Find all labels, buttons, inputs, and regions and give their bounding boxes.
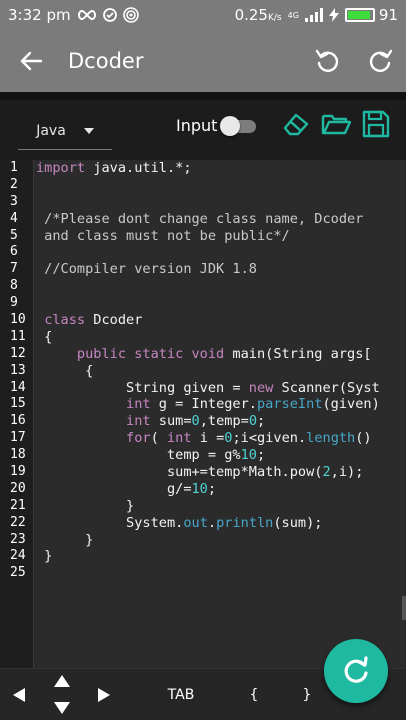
- line-number: 11: [10, 328, 26, 344]
- run-button[interactable]: [324, 639, 388, 703]
- status-bar: 3:32 pm 0.25K/s 4G 91: [0, 0, 406, 30]
- line-number: 21: [10, 497, 26, 513]
- code-line: int g = Integer.parseInt(given): [126, 396, 380, 413]
- code-line: }: [36, 497, 135, 514]
- code-line: and class must not be public*/: [36, 227, 290, 244]
- code-line: public static void main(String args[: [76, 345, 372, 362]
- redo-icon: [369, 49, 393, 72]
- code-area[interactable]: import java.util.*; /*Please dont change…: [36, 160, 400, 668]
- input-toggle[interactable]: [220, 116, 258, 136]
- app-bar: Dcoder: [0, 30, 406, 92]
- undo-button[interactable]: [302, 30, 354, 92]
- battery-percent: 91: [378, 6, 398, 24]
- triangle-left-icon: [13, 687, 25, 702]
- scrollbar-thumb[interactable]: [402, 596, 406, 620]
- code-line: {: [36, 362, 94, 379]
- line-number: 1: [10, 160, 18, 175]
- triangle-right-icon: [98, 687, 110, 702]
- line-number: 9: [10, 295, 18, 311]
- code-line: for( int i =0;i<given.length(): [126, 430, 372, 447]
- line-number: 18: [10, 447, 26, 463]
- language-dropdown[interactable]: Java: [18, 112, 112, 150]
- arrow-left-key[interactable]: [0, 669, 38, 720]
- redo-button[interactable]: [354, 30, 406, 92]
- line-number: 7: [10, 261, 18, 277]
- app-title: Dcoder: [68, 49, 144, 73]
- network-speed: 0.25K/s: [234, 6, 282, 24]
- line-number: 20: [10, 480, 26, 496]
- line-number: 2: [10, 176, 18, 192]
- infinity-icon: [77, 9, 97, 21]
- line-number: 15: [10, 396, 26, 412]
- toggle-thumb: [220, 116, 240, 136]
- code-line: /*Please dont change class name, Dcoder: [36, 210, 364, 227]
- line-number: 17: [10, 430, 26, 446]
- undo-icon: [315, 49, 339, 72]
- line-number: 22: [10, 514, 26, 530]
- line-number: 3: [10, 193, 18, 209]
- status-time: 3:32 pm: [8, 6, 71, 24]
- line-number: 14: [10, 379, 26, 395]
- line-number: 25: [10, 565, 26, 581]
- back-button[interactable]: [0, 30, 62, 92]
- code-line: import java.util.*;: [36, 160, 192, 176]
- code-line: temp = g%10;: [36, 447, 266, 464]
- code-editor[interactable]: 1 2 3 4 5 6 7 8 9 10 11 12 13 14 15 16 17 18 19 20 21 22 23 24 2…: [0, 160, 406, 668]
- input-label: Input: [176, 116, 218, 135]
- editor-toolbar: Java Input: [0, 92, 406, 160]
- line-number-gutter: 1 2 3 4 5 6 7 8 9 10 11 12 13 14 15 16 17 18 19 20 21 22 23 24 2…: [0, 160, 34, 668]
- line-number: 19: [10, 464, 26, 480]
- hotspot-icon: [122, 7, 139, 23]
- eraser-button[interactable]: [280, 108, 312, 140]
- save-icon: [362, 110, 390, 138]
- line-number: 6: [10, 244, 18, 260]
- arrow-up-key[interactable]: [54, 672, 70, 691]
- code-line: System.out.println(sum);: [36, 514, 323, 531]
- eraser-icon: [283, 113, 309, 136]
- line-number: 10: [10, 312, 26, 328]
- code-line: }: [36, 531, 94, 548]
- arrow-left-icon: [20, 51, 42, 71]
- line-number: 4: [10, 210, 18, 226]
- signal-icon: [304, 8, 323, 22]
- tab-key[interactable]: TAB: [126, 669, 236, 720]
- line-number: 8: [10, 278, 18, 294]
- folder-open-icon: [321, 114, 351, 135]
- line-number: 23: [10, 531, 26, 547]
- code-line: String given = new Scanner(Syst: [36, 379, 380, 396]
- brace-open-key[interactable]: {: [236, 669, 272, 720]
- dropdown-arrow-icon: [83, 127, 94, 134]
- arrow-down-key[interactable]: [54, 699, 70, 718]
- code-line: int sum=0,temp=0;: [126, 413, 266, 430]
- code-line: class Dcoder: [44, 312, 143, 329]
- line-number: 24: [10, 548, 26, 564]
- line-number: 16: [10, 413, 26, 429]
- line-number: 12: [10, 345, 26, 361]
- open-folder-button[interactable]: [320, 108, 352, 140]
- triangle-up-icon: [54, 674, 70, 687]
- shield-icon: [102, 8, 117, 22]
- battery-icon: [344, 8, 375, 22]
- code-line: sum+=temp*Math.pow(2,i);: [36, 464, 364, 481]
- save-button[interactable]: [360, 108, 392, 140]
- network-type: 4G: [287, 10, 299, 20]
- charging-icon: [328, 8, 339, 22]
- code-line: g/=10;: [36, 480, 217, 497]
- code-line: //Compiler version JDK 1.8: [36, 261, 257, 278]
- battery-indicator: 91: [344, 6, 398, 24]
- language-value: Java: [36, 122, 66, 139]
- code-line: }: [36, 548, 53, 565]
- triangle-down-icon: [54, 701, 70, 714]
- line-number: 5: [10, 227, 18, 243]
- code-line: {: [36, 328, 53, 345]
- line-number: 13: [10, 362, 26, 378]
- arrow-right-key[interactable]: [82, 669, 126, 720]
- refresh-icon: [344, 656, 368, 683]
